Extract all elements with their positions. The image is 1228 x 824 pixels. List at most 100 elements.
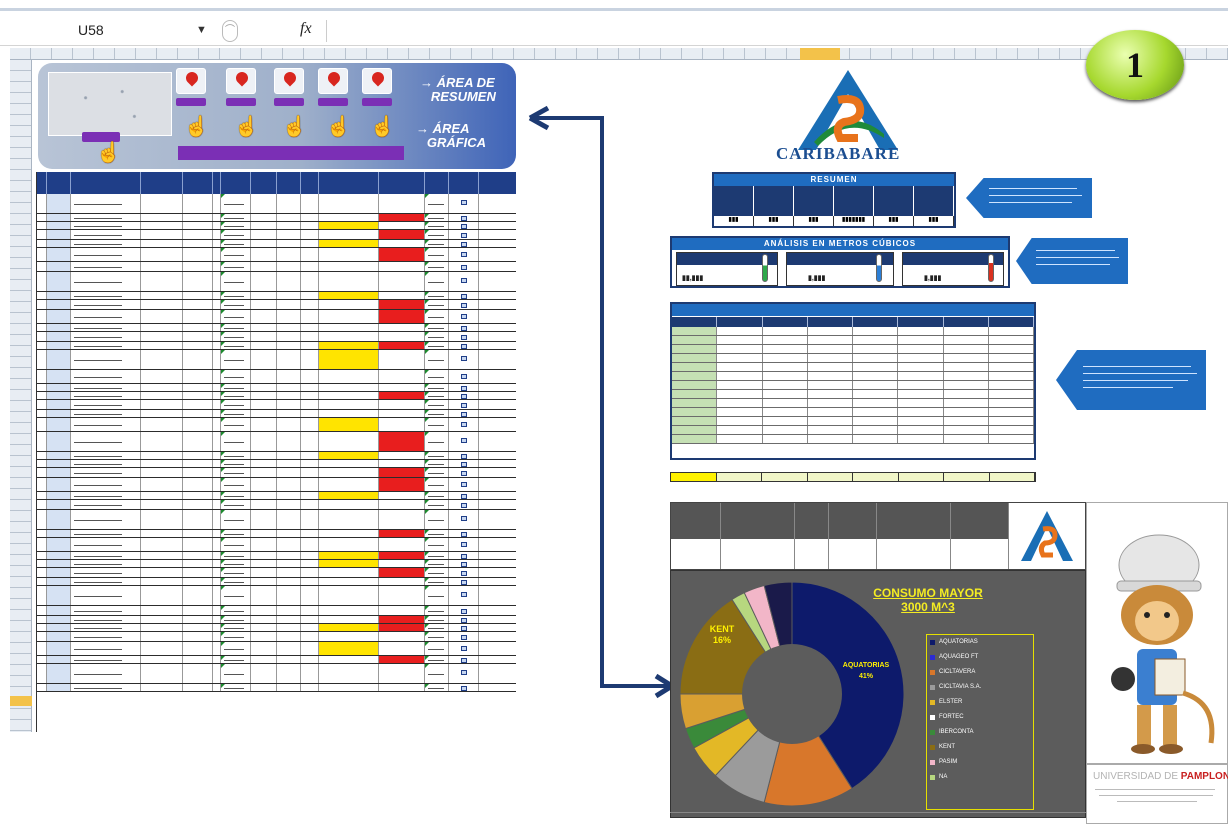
table-row[interactable]	[37, 194, 516, 214]
pin-label-2[interactable]	[226, 98, 256, 106]
table-row[interactable]	[37, 656, 516, 664]
formula-input[interactable]	[326, 20, 1228, 42]
link-area-grafica[interactable]: → ÁREA GRÁFICA	[416, 122, 486, 150]
table-row[interactable]	[37, 500, 516, 510]
table-row[interactable]	[37, 460, 516, 468]
map-pin-card-3[interactable]	[274, 68, 304, 94]
marcas-row	[672, 354, 1034, 363]
table-row[interactable]	[37, 684, 516, 692]
link-area-resumen[interactable]: → ÁREA DE RESUMEN	[420, 76, 496, 104]
table-row[interactable]	[37, 538, 516, 552]
chart-button-6[interactable]	[951, 503, 1009, 569]
chart-button-1[interactable]	[671, 503, 721, 569]
table-row[interactable]	[37, 452, 516, 460]
table-row[interactable]	[37, 370, 516, 384]
meter-data-table[interactable]	[36, 172, 516, 732]
pin-label-5[interactable]	[362, 98, 392, 106]
map-thumbnail[interactable]	[48, 72, 172, 136]
legend-item: PASIM	[927, 755, 1033, 770]
formula-expand-button[interactable]: ⌒	[222, 20, 238, 42]
table-row[interactable]	[37, 468, 516, 478]
table-row[interactable]	[37, 568, 516, 578]
table-row[interactable]	[37, 214, 516, 222]
aquatorias-data-label: AQUATORIAS 41%	[842, 662, 890, 680]
marcas-micromedidores-panel	[670, 302, 1036, 460]
table-row[interactable]	[37, 616, 516, 624]
table-row[interactable]	[37, 230, 516, 240]
table-row[interactable]	[37, 510, 516, 530]
fx-icon[interactable]: fx	[300, 20, 312, 38]
footer-banner	[670, 812, 1086, 824]
table-row[interactable]	[37, 410, 516, 418]
resumen-note-arrow	[966, 178, 1092, 218]
legend-item: AQUAGEO FT	[927, 650, 1033, 665]
table-row[interactable]	[37, 552, 516, 560]
marcas-row	[672, 426, 1034, 435]
table-row[interactable]	[37, 300, 516, 310]
chart-button-3[interactable]	[795, 503, 829, 569]
table-row[interactable]	[37, 642, 516, 656]
legend-item: FORTEC	[927, 710, 1033, 725]
pin-label-4[interactable]	[318, 98, 348, 106]
chevron-down-icon[interactable]: ▼	[196, 24, 207, 36]
table-row[interactable]	[37, 432, 516, 452]
marcas-row	[672, 345, 1034, 354]
university-name: UNIVERSIDAD DE PAMPLONA	[1093, 771, 1228, 782]
table-row[interactable]	[37, 624, 516, 632]
legend-item: NA	[927, 770, 1033, 785]
map-pin-card-1[interactable]	[176, 68, 206, 94]
table-row[interactable]	[37, 262, 516, 272]
table-row[interactable]	[37, 240, 516, 248]
table-row[interactable]	[37, 560, 516, 568]
column-headers[interactable]	[10, 48, 1228, 60]
table-row[interactable]	[37, 222, 516, 230]
table-header	[37, 172, 516, 194]
map-pin-card-4[interactable]	[318, 68, 348, 94]
row-headers[interactable]	[10, 60, 32, 732]
marcas-row	[672, 390, 1034, 399]
table-row[interactable]	[37, 272, 516, 292]
selection-bar[interactable]	[178, 146, 404, 160]
pin-label-1[interactable]	[176, 98, 206, 106]
chart-button-5[interactable]	[877, 503, 951, 569]
pointer-hand-icon: ☝	[370, 116, 395, 138]
table-row[interactable]	[37, 392, 516, 400]
chart-button-4[interactable]	[829, 503, 877, 569]
marcas-row	[672, 417, 1034, 426]
table-row[interactable]	[37, 310, 516, 324]
map-pin-icon	[183, 69, 201, 87]
marcas-totals-row	[670, 472, 1036, 482]
table-row[interactable]	[37, 478, 516, 492]
table-row[interactable]	[37, 632, 516, 642]
table-row[interactable]	[37, 418, 516, 432]
metros-note-arrow	[1016, 238, 1128, 284]
map-pin-card-2[interactable]	[226, 68, 256, 94]
mascot-panel	[1086, 502, 1228, 764]
marcas-title	[672, 304, 1034, 316]
pointer-hand-icon: ☝	[234, 116, 259, 138]
table-row[interactable]	[37, 324, 516, 332]
formula-bar: U58 ▼ ⌒ fx	[0, 0, 1228, 46]
marcas-row	[672, 372, 1034, 381]
chart-button-2[interactable]	[721, 503, 795, 569]
table-row[interactable]	[37, 606, 516, 616]
map-pin-icon	[325, 69, 343, 87]
table-row[interactable]	[37, 248, 516, 262]
table-row[interactable]	[37, 586, 516, 606]
table-row[interactable]	[37, 400, 516, 410]
table-row[interactable]	[37, 664, 516, 684]
map-pin-card-5[interactable]	[362, 68, 392, 94]
resumen-title: RESUMEN	[714, 174, 954, 186]
table-row[interactable]	[37, 384, 516, 392]
table-row[interactable]	[37, 332, 516, 342]
table-row[interactable]	[37, 578, 516, 586]
table-row[interactable]	[37, 342, 516, 350]
table-row[interactable]	[37, 530, 516, 538]
table-row[interactable]	[37, 292, 516, 300]
marcas-row	[672, 363, 1034, 372]
table-row[interactable]	[37, 492, 516, 500]
pin-label-3[interactable]	[274, 98, 304, 106]
table-row[interactable]	[37, 350, 516, 370]
caribabare-small-logo	[1009, 503, 1085, 569]
chart-selector-row	[670, 502, 1086, 570]
